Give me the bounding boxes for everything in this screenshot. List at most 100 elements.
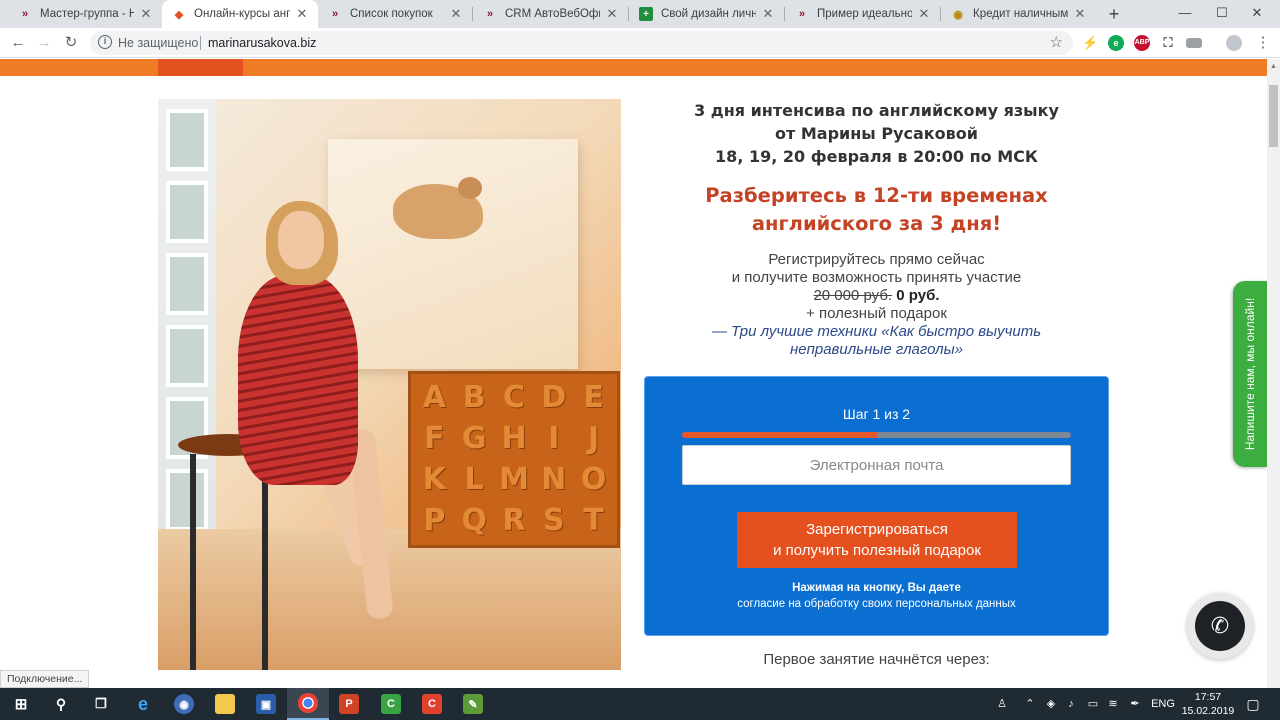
- close-tab-icon[interactable]: ✕: [604, 6, 620, 22]
- page-scrollbar[interactable]: ▲: [1267, 59, 1280, 688]
- lightning-extension-icon[interactable]: ⚡: [1082, 35, 1098, 51]
- close-tab-icon[interactable]: ✕: [760, 6, 776, 22]
- notepad-app-icon[interactable]: ✎: [452, 688, 494, 720]
- old-price: 20 000 руб.: [813, 287, 893, 304]
- phone-icon: ✆: [1195, 601, 1245, 651]
- tab-favicon-icon: »: [21, 8, 29, 20]
- people-icon[interactable]: ♙: [992, 688, 1012, 720]
- browser-tab[interactable]: » Пример идеальной ав ✕: [785, 0, 940, 28]
- cabinet-letter: H: [501, 421, 527, 456]
- close-tab-icon[interactable]: ✕: [1072, 6, 1088, 22]
- browser-tab[interactable]: » Мастер-группа - Наст ✕: [8, 0, 162, 28]
- cabinet-letter: I: [548, 421, 560, 456]
- browser-tab[interactable]: ◉ Кредит наличными и ✕: [941, 0, 1096, 28]
- new-price: 0 руб.: [896, 287, 940, 304]
- tab-title: Мастер-группа - Наст: [40, 8, 134, 20]
- registration-line: Регистрируйтесь прямо сейчас: [768, 251, 985, 268]
- sheets-icon: +: [639, 7, 653, 21]
- event-heading-line: 3 дня интенсива по английскому языку: [694, 101, 1059, 120]
- battery-icon[interactable]: ▭: [1084, 688, 1102, 720]
- hero-photo: ABCDE FGHIJ KLMNO PQRST: [158, 99, 621, 670]
- task-view-icon[interactable]: ❐: [80, 688, 122, 720]
- site-top-nav: [0, 59, 1267, 76]
- close-tab-icon[interactable]: ✕: [916, 6, 932, 22]
- registration-line: и получите возможность принять участие: [731, 269, 1022, 286]
- forward-button[interactable]: →: [33, 32, 55, 54]
- taskbar-clock[interactable]: 17:57 15.02.2019: [1180, 690, 1236, 718]
- powerpoint-icon[interactable]: P: [328, 688, 370, 720]
- new-tab-button[interactable]: +: [1103, 3, 1125, 25]
- search-icon[interactable]: ⚲: [40, 688, 82, 720]
- tab-favicon-icon: »: [798, 8, 806, 20]
- email-input[interactable]: [682, 445, 1071, 485]
- notifications-icon[interactable]: ▢: [1242, 688, 1264, 720]
- close-tab-icon[interactable]: ✕: [294, 6, 310, 22]
- gift-line: + полезный подарок: [806, 305, 947, 322]
- evernote-extension-icon[interactable]: e: [1108, 35, 1124, 51]
- call-button[interactable]: ✆: [1187, 593, 1253, 659]
- browser-tab-strip: » Мастер-группа - Наст ✕ ◆ Онлайн-курсы …: [0, 0, 1280, 28]
- close-tab-icon[interactable]: ✕: [138, 6, 154, 22]
- camtasia-red-icon[interactable]: C: [411, 688, 453, 720]
- back-button[interactable]: ←: [7, 32, 29, 54]
- browser-tab[interactable]: » Список покупок ✕: [318, 0, 472, 28]
- tray-chevron-icon[interactable]: ⌃: [1022, 688, 1038, 720]
- internet-explorer-icon[interactable]: e: [122, 688, 164, 720]
- cabinet-letter: D: [541, 380, 567, 415]
- price-line: 20 000 руб. 0 руб.: [645, 287, 1108, 305]
- adblock-extension-icon[interactable]: ABP: [1134, 35, 1150, 51]
- security-label[interactable]: Не защищено: [118, 36, 198, 50]
- tab-favicon-icon: »: [486, 8, 494, 20]
- cabinet-letter: A: [422, 380, 446, 415]
- cabinet-letter: E: [583, 380, 604, 415]
- alphabet-cabinet: ABCDE FGHIJ KLMNO PQRST: [408, 371, 620, 548]
- cast-extension-icon[interactable]: [1186, 38, 1202, 48]
- save-app-icon[interactable]: ▣: [245, 688, 287, 720]
- url-text[interactable]: marinarusakova.biz: [208, 36, 316, 50]
- page-viewport: ABCDE FGHIJ KLMNO PQRST 3 дня интенсива по …: [0, 59, 1267, 688]
- windows-start-icon[interactable]: ⊞: [0, 688, 42, 720]
- cabinet-letter: S: [542, 503, 565, 538]
- pen-icon[interactable]: ✒: [1126, 688, 1144, 720]
- cabinet-letter: B: [462, 380, 486, 415]
- scroll-up-icon[interactable]: ▲: [1270, 63, 1277, 70]
- cabinet-letter: J: [588, 421, 600, 456]
- dropbox-icon[interactable]: ◈: [1042, 688, 1060, 720]
- bank-favicon-icon: ◉: [953, 8, 963, 21]
- browser-tab-active[interactable]: ◆ Онлайн-курсы англи ✕: [162, 0, 318, 28]
- consent-line: согласие на обработку своих персональных…: [737, 598, 1016, 610]
- wifi-icon[interactable]: ≋: [1104, 688, 1122, 720]
- tab-favicon-icon: »: [331, 8, 339, 20]
- step-progress-bar: [682, 432, 1071, 438]
- tab-favicon-icon: ◆: [174, 8, 184, 21]
- screenshot-extension-icon[interactable]: ⛶: [1160, 35, 1176, 51]
- address-bar[interactable]: i Не защищено marinarusakova.biz ☆: [90, 31, 1073, 55]
- close-window-button[interactable]: ✕: [1234, 0, 1280, 28]
- browser-menu-icon[interactable]: ⋮: [1252, 32, 1274, 54]
- file-explorer-icon[interactable]: [204, 688, 246, 720]
- reload-button[interactable]: ↻: [60, 32, 82, 54]
- tab-title: CRM АвтоВебОфис (А: [505, 8, 600, 20]
- app-blue-icon[interactable]: ◉: [163, 688, 205, 720]
- bird-painting: [328, 139, 578, 369]
- photo-figure-face: [278, 211, 324, 269]
- registration-form: Шаг 1 из 2 Зарегистрироваться и получить…: [645, 377, 1108, 635]
- browser-tab[interactable]: » CRM АвтоВебОфис (А ✕: [473, 0, 628, 28]
- chrome-icon[interactable]: [287, 688, 329, 720]
- bookmark-star-icon[interactable]: ☆: [1050, 33, 1063, 51]
- scrollbar-thumb[interactable]: [1269, 85, 1278, 147]
- profile-avatar[interactable]: [1226, 35, 1242, 51]
- cabinet-letter: C: [502, 380, 525, 415]
- close-tab-icon[interactable]: ✕: [448, 6, 464, 22]
- info-icon[interactable]: i: [98, 35, 112, 49]
- step-progress-fill: [682, 432, 877, 438]
- step-label: Шаг 1 из 2: [842, 406, 911, 422]
- camtasia-green-icon[interactable]: C: [370, 688, 412, 720]
- language-indicator[interactable]: ENG: [1150, 688, 1176, 720]
- chat-widget-tab[interactable]: Напишите нам, мы онлайн!: [1233, 281, 1267, 467]
- register-button[interactable]: Зарегистрироваться и получить полезный п…: [737, 512, 1017, 568]
- offer-line: Разберитесь в 12-ти временах: [705, 184, 1048, 207]
- site-nav-active-item[interactable]: [158, 59, 243, 76]
- volume-icon[interactable]: ♪: [1062, 688, 1080, 720]
- browser-tab[interactable]: + Свой дизайн личного ✕: [629, 0, 784, 28]
